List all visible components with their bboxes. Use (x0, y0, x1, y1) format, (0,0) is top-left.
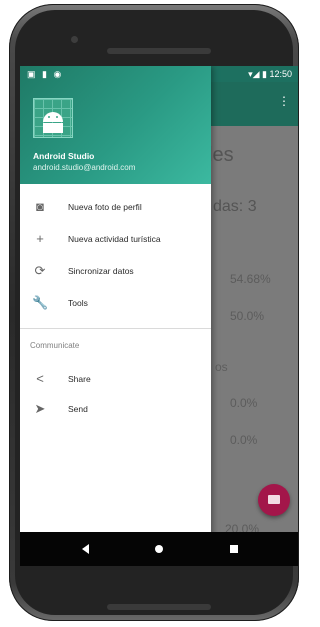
section-header-communicate: Communicate (30, 341, 80, 350)
menu-item-label: Nueva foto de perfil (68, 202, 142, 212)
fab-mail-button[interactable] (258, 484, 290, 516)
menu-item-nueva-actividad[interactable]: + Nueva actividad turística (20, 224, 211, 254)
navigation-drawer: ▣ ▮ ◉ Android Studio android.studio@andr… (20, 66, 211, 566)
android-eye-left (48, 116, 50, 118)
menu-divider (20, 328, 211, 329)
menu-item-label: Tools (68, 298, 88, 308)
share-icon: < (36, 371, 44, 386)
bg-title-fragment: les (208, 144, 234, 166)
sync-icon: ⟳ (34, 263, 46, 278)
bg-percent-3: 0.0% (230, 396, 258, 410)
mail-icon (268, 495, 280, 504)
menu-item-send[interactable]: ➤ Send (20, 394, 211, 424)
menu-item-label: Send (68, 404, 88, 414)
bg-count-fragment: das: 3 (213, 198, 257, 215)
top-speaker (107, 48, 211, 54)
camera-icon: ◙ (36, 199, 44, 214)
bg-percent-4: 0.0% (230, 433, 258, 447)
home-icon[interactable] (155, 545, 163, 553)
bg-subtitle-fragment: os (215, 360, 228, 374)
device-screen: ▾◢ ▮ 12:50 ⋮ les das: 3 54.68% 50.0% os … (20, 66, 298, 566)
bottom-speaker (107, 604, 211, 610)
status-left-icons: ▣ ▮ ◉ (27, 69, 64, 79)
user-email: android.studio@android.com (33, 163, 136, 172)
user-name: Android Studio (33, 151, 95, 161)
menu-item-nueva-foto[interactable]: ◙ Nueva foto de perfil (20, 192, 211, 222)
menu-item-share[interactable]: < Share (20, 364, 211, 394)
overflow-menu-icon[interactable]: ⋮ (278, 94, 290, 108)
menu-item-label: Nueva actividad turística (68, 234, 161, 244)
status-right-indicators: ▾◢ ▮ 12:50 (248, 69, 292, 79)
menu-item-label: Share (68, 374, 91, 384)
bg-percent-2: 50.0% (230, 309, 265, 323)
plus-icon: + (36, 231, 44, 246)
recents-icon[interactable] (230, 545, 238, 553)
bg-percent-1: 54.68% (230, 272, 271, 286)
menu-item-sincronizar[interactable]: ⟳ Sincronizar datos (20, 256, 211, 286)
menu-item-tools[interactable]: 🔧 Tools (20, 288, 211, 318)
android-eye-right (56, 116, 58, 118)
system-nav-bar (20, 532, 298, 566)
wrench-icon: 🔧 (32, 295, 49, 310)
avatar[interactable] (33, 98, 73, 138)
front-camera (71, 36, 78, 43)
send-icon: ➤ (34, 401, 46, 416)
drawer-header: ▣ ▮ ◉ Android Studio android.studio@andr… (20, 66, 211, 184)
menu-item-label: Sincronizar datos (68, 266, 134, 276)
back-icon[interactable] (82, 544, 89, 554)
android-body (43, 123, 63, 133)
